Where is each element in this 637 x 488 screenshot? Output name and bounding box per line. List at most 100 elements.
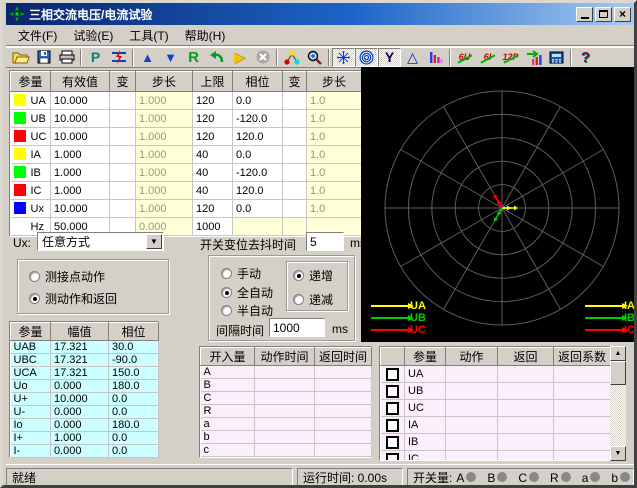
start-button[interactable]: ▶ — [228, 48, 251, 67]
change-cell[interactable] — [283, 218, 307, 236]
stop-button[interactable] — [251, 48, 274, 67]
phase-step-cell[interactable]: 1.0 — [307, 164, 362, 182]
action-table-scrollbar[interactable]: ▲ ▼ — [610, 346, 626, 461]
limit-value-cell[interactable]: 120 — [193, 200, 233, 218]
reset-button[interactable]: R — [182, 48, 205, 67]
rms-value-cell[interactable]: 10.000 — [51, 128, 110, 146]
p-setting-button[interactable]: P — [84, 48, 107, 67]
calculator-button[interactable] — [545, 48, 568, 67]
menu-tools[interactable]: 工具(T) — [121, 25, 176, 46]
help-button[interactable]: ? — [574, 48, 597, 67]
step-up-button[interactable]: ▲ — [136, 48, 159, 67]
change-cell[interactable] — [110, 110, 136, 128]
phase-step-cell[interactable]: 1.0 — [307, 146, 362, 164]
phase-value-cell[interactable]: -120.0 — [233, 110, 283, 128]
menu-test[interactable]: 试验(E) — [65, 25, 121, 46]
limit-value-cell[interactable]: 120 — [193, 110, 233, 128]
change-cell[interactable] — [283, 182, 307, 200]
step-value-cell[interactable]: 1.000 — [136, 200, 193, 218]
change-cell[interactable] — [283, 128, 307, 146]
change-cell[interactable] — [110, 164, 136, 182]
step-value-cell[interactable]: 1.000 — [136, 92, 193, 110]
row-checkbox[interactable] — [386, 368, 399, 381]
chevron-down-icon[interactable]: ▼ — [146, 234, 162, 249]
circle-view-button[interactable] — [355, 48, 378, 67]
limit-value-cell[interactable]: 40 — [193, 164, 233, 182]
radio-decrease[interactable]: 递减 — [293, 291, 333, 308]
rms-value-cell[interactable]: 1.000 — [51, 164, 110, 182]
open-file-button[interactable] — [9, 48, 32, 67]
rms-value-cell[interactable]: 1.000 — [51, 146, 110, 164]
limit-value-cell[interactable]: 40 — [193, 146, 233, 164]
save-button[interactable] — [32, 48, 55, 67]
harmonics-button[interactable] — [424, 48, 447, 67]
change-cell[interactable] — [283, 92, 307, 110]
rms-value-cell[interactable]: 1.000 — [51, 182, 110, 200]
phase-step-cell[interactable]: 1.0 — [307, 128, 362, 146]
phase-value-cell[interactable]: 0.0 — [233, 146, 283, 164]
delta-connection-button[interactable]: △ — [401, 48, 424, 67]
six-current-button[interactable]: 6I — [476, 48, 499, 67]
radio-full-auto[interactable]: 全自动 — [221, 284, 273, 301]
rms-value-cell[interactable]: 10.000 — [51, 92, 110, 110]
phase-value-cell[interactable]: 0.0 — [233, 200, 283, 218]
phase-step-cell[interactable]: 1.0 — [307, 110, 362, 128]
change-cell[interactable] — [110, 128, 136, 146]
step-value-cell[interactable]: 1.000 — [136, 164, 193, 182]
star-view-button[interactable] — [332, 48, 355, 67]
step-value-cell[interactable]: 1.000 — [136, 146, 193, 164]
menu-file[interactable]: 文件(F) — [10, 25, 65, 46]
change-cell[interactable] — [110, 200, 136, 218]
y-connection-button[interactable]: Y — [378, 48, 401, 67]
limit-value-cell[interactable]: 120 — [193, 92, 233, 110]
close-button[interactable]: × — [614, 7, 631, 22]
row-checkbox[interactable] — [386, 385, 399, 398]
phase-value-cell[interactable]: 120.0 — [233, 128, 283, 146]
phase-value-cell[interactable] — [233, 218, 283, 236]
sequence-button[interactable] — [522, 48, 545, 67]
limit-value-cell[interactable]: 1000 — [193, 218, 233, 236]
change-cell[interactable] — [283, 200, 307, 218]
print-button[interactable] — [55, 48, 78, 67]
row-checkbox[interactable] — [386, 402, 399, 415]
scroll-thumb[interactable] — [610, 361, 626, 385]
maximize-button[interactable] — [595, 7, 612, 22]
step-value-cell[interactable]: 1.000 — [136, 128, 193, 146]
power-frequency-button[interactable] — [107, 48, 130, 67]
row-checkbox[interactable] — [386, 419, 399, 432]
phasor-button[interactable] — [280, 48, 303, 67]
twelve-phase-button[interactable]: 12P — [499, 48, 522, 67]
change-cell[interactable] — [283, 146, 307, 164]
phase-step-cell[interactable]: 1.0 — [307, 92, 362, 110]
undo-button[interactable] — [205, 48, 228, 67]
phase-value-cell[interactable]: 0.0 — [233, 92, 283, 110]
ux-mode-select[interactable]: 任意方式 ▼ — [37, 232, 164, 251]
change-cell[interactable] — [110, 146, 136, 164]
row-checkbox[interactable] — [386, 453, 399, 462]
phase-value-cell[interactable]: 120.0 — [233, 182, 283, 200]
scroll-down-icon[interactable]: ▼ — [610, 446, 626, 461]
phase-value-cell[interactable]: -120.0 — [233, 164, 283, 182]
menu-help[interactable]: 帮助(H) — [177, 25, 234, 46]
limit-value-cell[interactable]: 120 — [193, 128, 233, 146]
radio-manual[interactable]: 手动 — [221, 265, 261, 282]
six-voltage-button[interactable]: 6U — [453, 48, 476, 67]
change-cell[interactable] — [110, 92, 136, 110]
scroll-up-icon[interactable]: ▲ — [610, 346, 626, 361]
radio-increase[interactable]: 递增 — [293, 267, 333, 284]
step-value-cell[interactable]: 1.000 — [136, 182, 193, 200]
debounce-input[interactable]: 5 — [306, 232, 344, 251]
limit-value-cell[interactable]: 40 — [193, 182, 233, 200]
radio-contact-action[interactable]: 测接点动作 — [29, 268, 105, 285]
change-cell[interactable] — [110, 182, 136, 200]
step-value-cell[interactable]: 1.000 — [136, 110, 193, 128]
step-down-button[interactable]: ▼ — [159, 48, 182, 67]
radio-action-return[interactable]: 测动作和返回 — [29, 290, 117, 307]
zoom-button[interactable] — [303, 48, 326, 67]
minimize-button[interactable] — [576, 7, 593, 22]
row-checkbox[interactable] — [386, 436, 399, 449]
rms-value-cell[interactable]: 10.000 — [51, 200, 110, 218]
radio-semi-auto[interactable]: 半自动 — [221, 302, 273, 319]
rms-value-cell[interactable]: 10.000 — [51, 110, 110, 128]
interval-input[interactable]: 1000 — [269, 318, 325, 337]
